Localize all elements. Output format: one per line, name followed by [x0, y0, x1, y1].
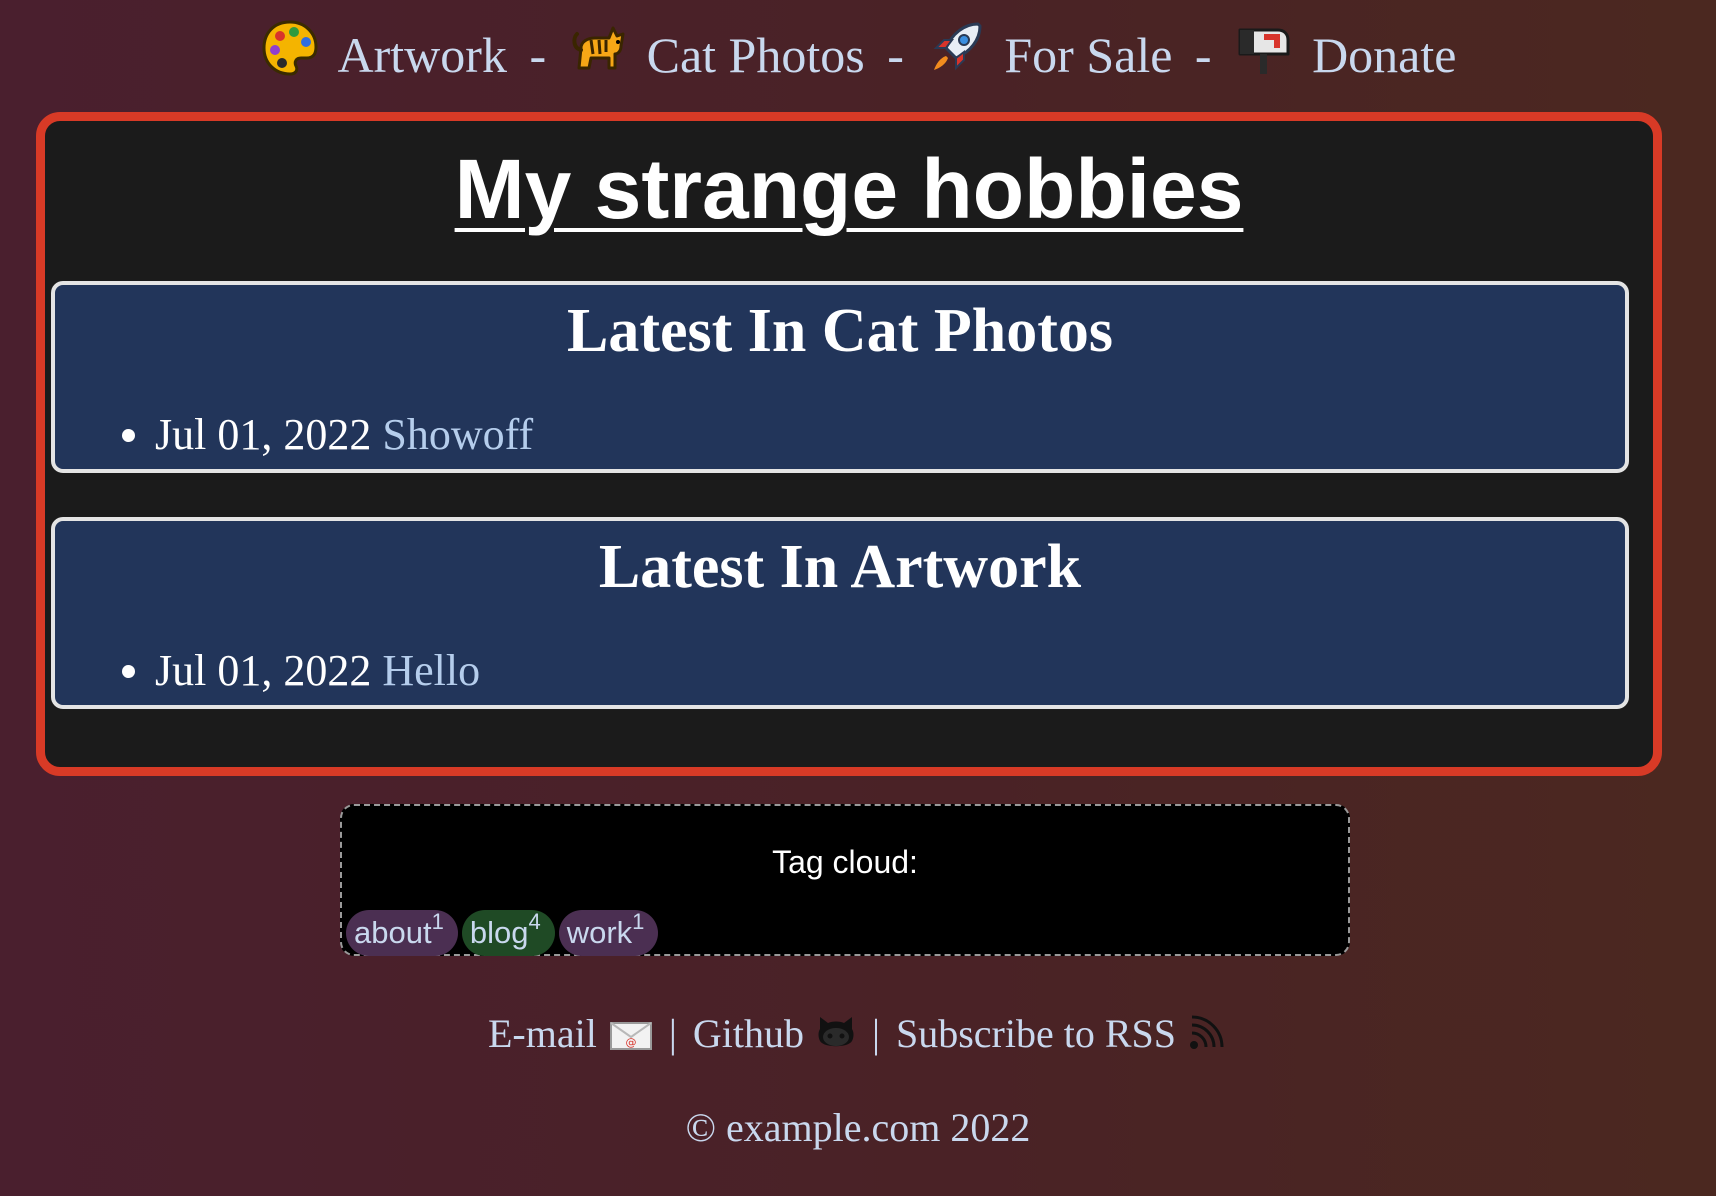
section-heading: Latest In Artwork — [598, 533, 1082, 601]
tag-count: 1 — [632, 909, 645, 934]
post-date: Jul 01, 2022 — [155, 410, 372, 459]
page-title: My strange hobbies — [454, 142, 1244, 236]
nav-separator: - — [529, 27, 547, 83]
tag-about[interactable]: about1 — [346, 910, 458, 956]
main-panel: My strange hobbies Latest In Cat Photos … — [36, 112, 1662, 776]
nav-item-donate[interactable]: Donate — [1222, 27, 1457, 83]
palette-icon — [260, 18, 320, 78]
github-link[interactable]: Github — [693, 1011, 856, 1056]
tag-blog[interactable]: blog4 — [461, 909, 555, 956]
envelope-icon: @ — [609, 1019, 653, 1051]
email-link-label: E-mail — [487, 1011, 597, 1056]
cat-icon — [569, 18, 629, 78]
footer-divider: | — [668, 1011, 677, 1056]
tag-work[interactable]: work1 — [558, 909, 659, 956]
svg-text:@: @ — [625, 1036, 636, 1049]
post-date: Jul 01, 2022 — [155, 646, 372, 695]
tag-name: blog — [469, 915, 529, 950]
list-item: Jul 01, 2022 Hello — [155, 645, 480, 697]
list-item: Jul 01, 2022 Showoff — [155, 409, 533, 461]
latest-cat-photos-card: Latest In Cat Photos Jul 01, 2022 Showof… — [51, 281, 1629, 473]
nav-item-cat-photos[interactable]: Cat Photos — [556, 26, 877, 83]
nav-item-label: Cat Photos — [646, 27, 865, 83]
post-link[interactable]: Hello — [382, 646, 480, 695]
nav-item-for-sale[interactable]: For Sale — [914, 22, 1185, 83]
nav-item-label: Donate — [1312, 27, 1457, 83]
tag-list: about1 blog4 work1 — [346, 909, 659, 956]
copyright: © example.com 2022 — [685, 1105, 1031, 1150]
nav-item-artwork[interactable]: Artwork — [260, 20, 520, 83]
footer-divider: | — [871, 1011, 880, 1056]
tag-cloud: Tag cloud: about1 blog4 work1 — [340, 804, 1350, 956]
email-link[interactable]: E-mail @ — [488, 1011, 653, 1056]
rss-link-label: Subscribe to RSS — [895, 1011, 1177, 1056]
tag-count: 4 — [528, 909, 541, 934]
github-icon — [816, 1015, 856, 1051]
tag-count: 1 — [431, 909, 444, 934]
tag-name: about — [354, 915, 432, 950]
post-list: Jul 01, 2022 Showoff — [55, 409, 533, 461]
nav-separator: - — [1194, 27, 1212, 83]
rss-icon — [1188, 1011, 1228, 1051]
nav-item-label: For Sale — [1004, 27, 1173, 83]
rss-link[interactable]: Subscribe to RSS — [896, 1011, 1228, 1056]
latest-artwork-card: Latest In Artwork Jul 01, 2022 Hello — [51, 517, 1629, 709]
tag-name: work — [566, 915, 633, 950]
footer-links: E-mail @ | Github | Subscribe to RSS — [0, 1004, 1716, 1064]
tag-cloud-title: Tag cloud: — [772, 844, 918, 880]
rocket-icon — [926, 18, 986, 78]
github-link-label: Github — [692, 1011, 804, 1056]
mailbox-icon — [1234, 18, 1294, 78]
post-list: Jul 01, 2022 Hello — [55, 645, 480, 697]
nav-separator: - — [887, 27, 904, 83]
top-nav: Artwork - Cat Photos - For Sale - Donate — [0, 18, 1716, 90]
nav-item-label: Artwork — [337, 27, 507, 83]
section-heading: Latest In Cat Photos — [567, 297, 1113, 365]
post-link[interactable]: Showoff — [382, 410, 533, 459]
